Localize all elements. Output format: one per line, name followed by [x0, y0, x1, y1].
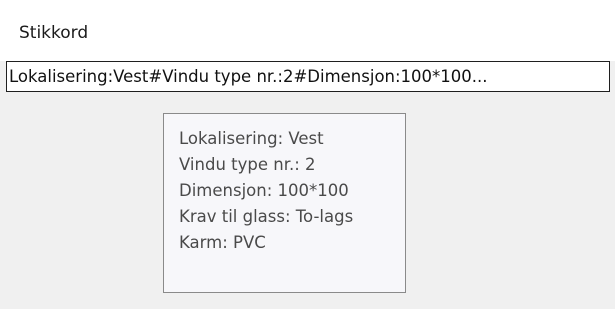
tooltip-lines: Lokalisering: Vest Vindu type nr.: 2 Dim… [179, 126, 353, 256]
stikkord-tooltip: Lokalisering: Vest Vindu type nr.: 2 Dim… [163, 113, 406, 293]
column-header-label: Stikkord [19, 23, 89, 43]
tooltip-line-vindu-type: Vindu type nr.: 2 [179, 155, 316, 174]
tooltip-line-lokalisering: Lokalisering: Vest [179, 129, 324, 148]
column-header[interactable]: Stikkord [0, 0, 615, 61]
stikkord-cell-value: Lokalisering:Vest#Vindu type nr.:2#Dimen… [9, 67, 488, 86]
stikkord-cell[interactable]: Lokalisering:Vest#Vindu type nr.:2#Dimen… [6, 61, 610, 92]
tooltip-line-karm: Karm: PVC [179, 233, 266, 252]
tooltip-line-dimensjon: Dimensjon: 100*100 [179, 181, 349, 200]
tooltip-line-krav-til-glass: Krav til glass: To-lags [179, 207, 354, 226]
